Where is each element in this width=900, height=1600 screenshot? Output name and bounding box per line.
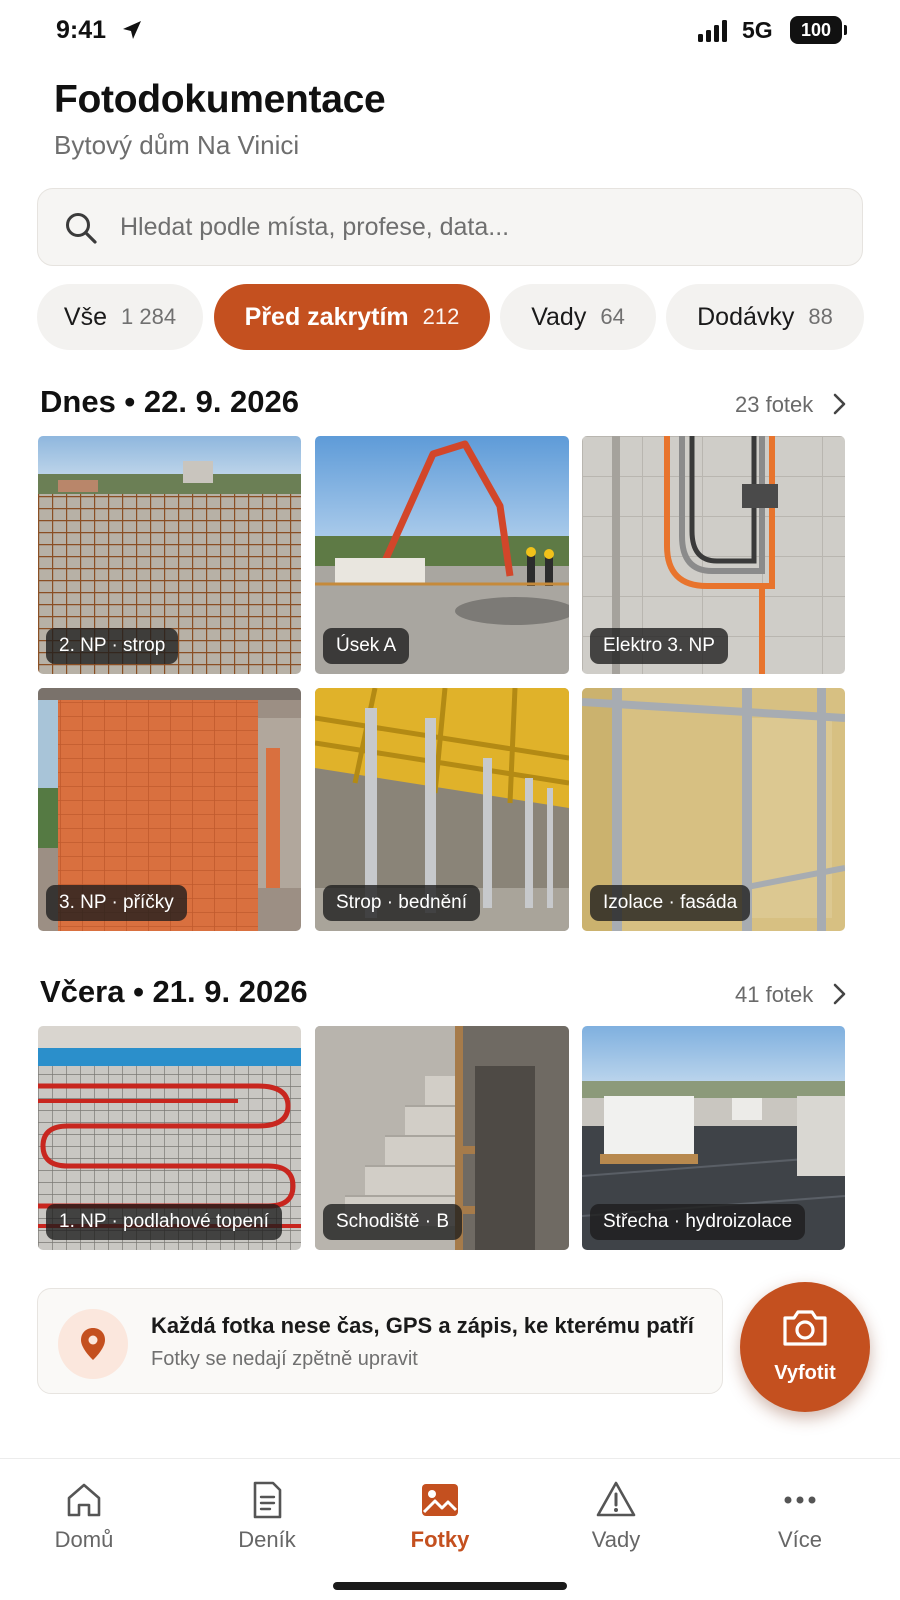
filter-chip-deliveries[interactable]: Dodávky 88 <box>666 284 864 350</box>
photo-label: Střecha · hydroizolace <box>590 1204 806 1240</box>
search-placeholder: Hledat podle místa, profese, data... <box>120 213 510 241</box>
section-title-today: Dnes • 22. 9. 2026 <box>40 384 300 419</box>
tab-defects[interactable]: Vady <box>556 1479 676 1553</box>
photo-label: Elektro 3. NP <box>590 628 728 664</box>
tab-label: Více <box>777 1527 823 1552</box>
signal-icon <box>698 20 727 42</box>
more-icon <box>784 1496 816 1504</box>
page-title: Fotodokumentace <box>54 78 386 121</box>
document-icon <box>253 1481 282 1519</box>
section-title-yesterday: Včera • 21. 9. 2026 <box>40 974 308 1009</box>
chevron-right-icon[interactable] <box>831 983 849 1005</box>
section-count-today[interactable]: 23 fotek <box>735 392 813 418</box>
take-photo-button[interactable]: Vyfotit <box>740 1282 870 1412</box>
photo-thumbnail[interactable]: 1. NP · podlahové topení <box>38 1026 301 1250</box>
take-photo-label: Vyfotit <box>774 1362 836 1384</box>
photo-thumbnail[interactable]: 2. NP · strop <box>38 436 301 674</box>
location-arrow-icon <box>123 21 141 39</box>
home-icon <box>67 1483 101 1517</box>
project-name: Bytový dům Na Vinici <box>54 130 300 160</box>
tab-label: Fotky <box>410 1527 470 1552</box>
search-icon <box>66 213 97 244</box>
integrity-info-card: Každá fotka nese čas, GPS a zápis, ke kt… <box>37 1288 723 1394</box>
status-time: 9:41 <box>56 16 107 44</box>
location-pin-icon <box>81 1328 105 1360</box>
chevron-right-icon[interactable] <box>831 393 849 415</box>
photo-label: Schodiště · B <box>323 1204 462 1240</box>
home-indicator <box>333 1582 567 1590</box>
filter-chip-label: Před zakrytím <box>244 302 409 331</box>
tab-photos[interactable]: Fotky <box>380 1479 500 1553</box>
photo-thumbnail[interactable]: Schodiště · B <box>315 1026 569 1250</box>
filter-chip-label: Vše <box>63 302 108 331</box>
photo-thumbnail[interactable]: Izolace · fasáda <box>582 688 845 931</box>
section-count-yesterday[interactable]: 41 fotek <box>735 982 813 1008</box>
info-headline: Každá fotka nese čas, GPS a zápis, ke kt… <box>151 1313 694 1338</box>
battery-icon: 100 <box>790 16 847 44</box>
photo-icon <box>422 1484 458 1516</box>
tab-label: Vady <box>591 1527 641 1552</box>
status-bar: 9:41 5G 100 <box>0 0 900 62</box>
photo-label: 2. NP · strop <box>46 628 179 664</box>
warning-icon <box>596 1481 636 1517</box>
filter-chip-all[interactable]: Vše 1 284 <box>37 284 203 350</box>
filter-chip-defects[interactable]: Vady 64 <box>500 284 656 350</box>
filter-chip-count: 1 284 <box>121 304 177 329</box>
tab-label: Deník <box>238 1527 296 1552</box>
filter-chip-before-covering[interactable]: Před zakrytím 212 <box>214 284 490 350</box>
photo-label: Izolace · fasáda <box>590 885 751 921</box>
tab-home[interactable]: Domů <box>24 1479 144 1553</box>
tab-diary[interactable]: Deník <box>207 1479 327 1553</box>
photo-label: Úsek A <box>323 628 410 664</box>
photo-label: Strop · bednění <box>323 885 480 921</box>
camera-icon <box>783 1310 827 1346</box>
photo-label: 1. NP · podlahové topení <box>46 1204 282 1240</box>
filter-chip-label: Vady <box>531 302 587 331</box>
photo-thumbnail[interactable]: Střecha · hydroizolace <box>582 1026 845 1250</box>
info-subtext: Fotky se nedají zpětně upravit <box>151 1348 418 1370</box>
filter-chip-label: Dodávky <box>697 302 795 331</box>
photo-thumbnail[interactable]: Elektro 3. NP <box>582 436 845 674</box>
photo-thumbnail[interactable]: Strop · bednění <box>315 688 569 931</box>
bottom-tab-bar: Domů Deník Fotky Vady Více <box>0 1458 900 1600</box>
filter-chip-count: 88 <box>808 304 833 329</box>
location-pin-badge <box>58 1309 128 1379</box>
filter-chip-count: 212 <box>422 304 460 329</box>
photo-label: 3. NP · příčky <box>46 885 187 921</box>
filter-chip-count: 64 <box>600 304 625 329</box>
photo-thumbnail[interactable]: 3. NP · příčky <box>38 688 301 931</box>
tab-more[interactable]: Více <box>740 1479 860 1553</box>
network-type: 5G <box>742 17 773 43</box>
tab-label: Domů <box>54 1527 114 1552</box>
photo-thumbnail[interactable]: Úsek A <box>315 436 569 674</box>
search-input[interactable]: Hledat podle místa, profese, data... <box>37 188 863 266</box>
